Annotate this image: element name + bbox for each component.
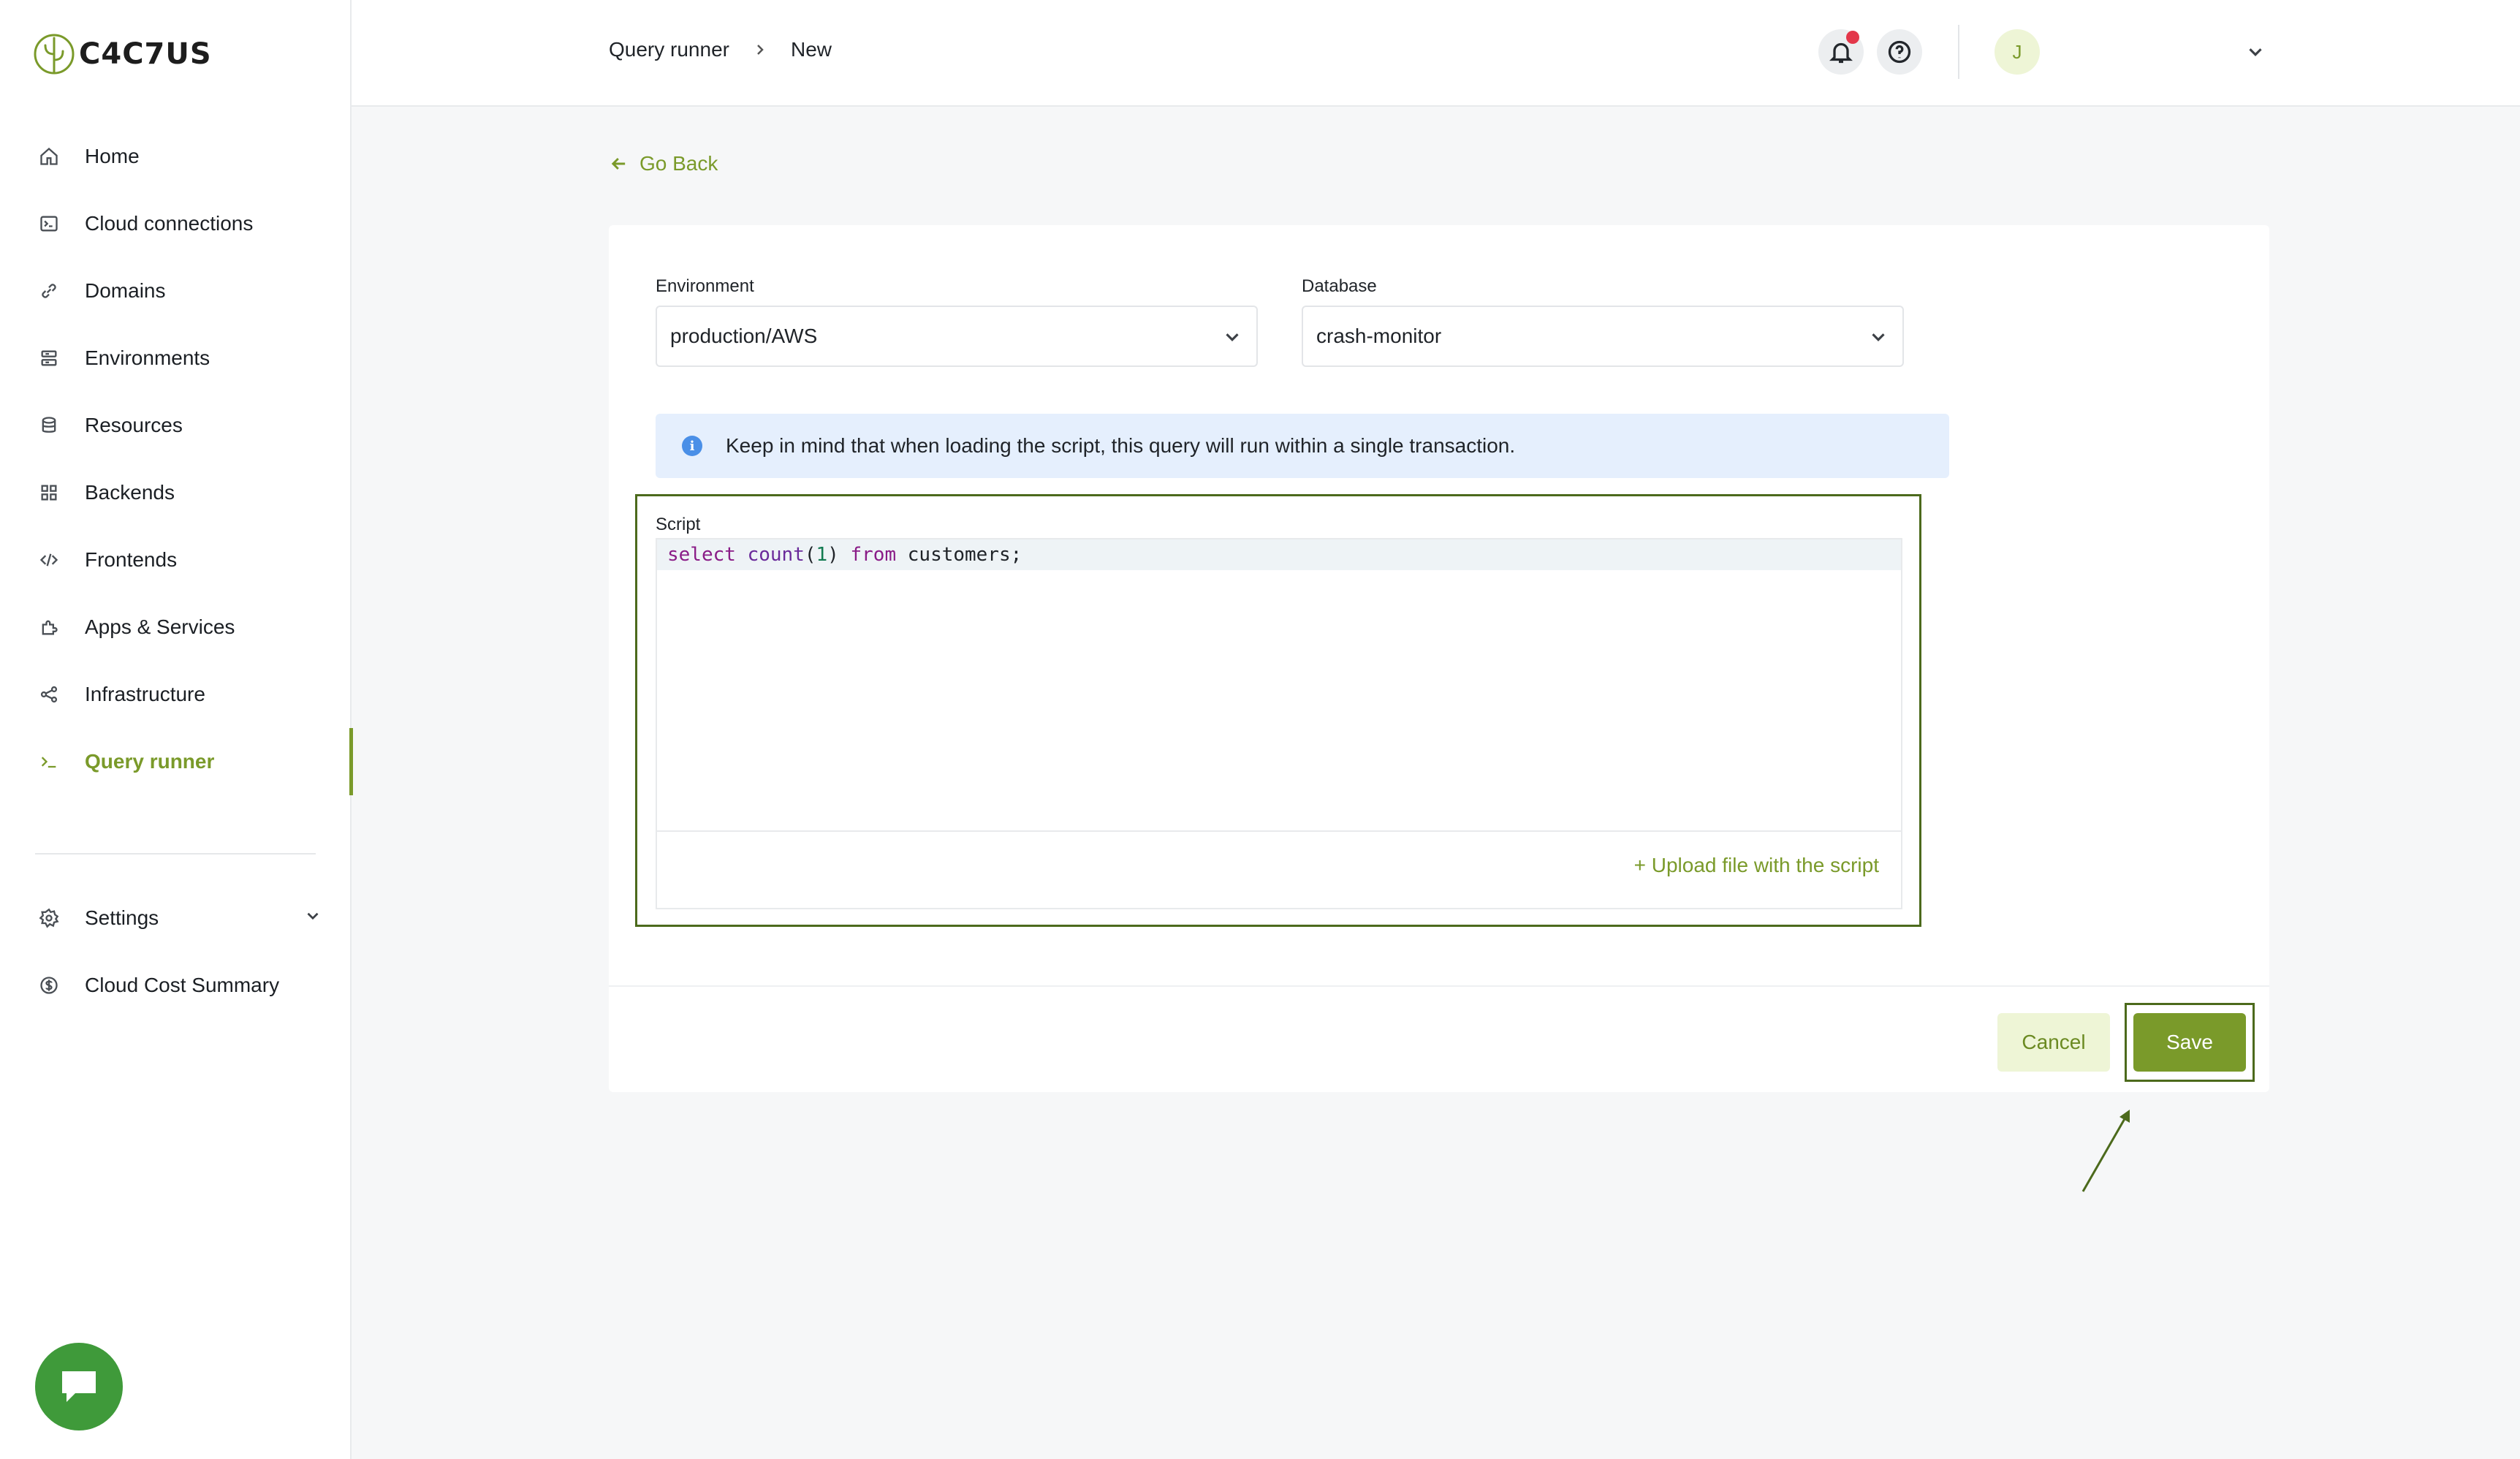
sidebar-item-label: Apps & Services: [85, 615, 235, 638]
sidebar-item-settings[interactable]: Settings: [0, 884, 352, 952]
puzzle-icon: [37, 615, 61, 640]
environment-select[interactable]: production/AWS: [656, 306, 1258, 367]
header-separator: [1958, 25, 1959, 79]
notifications-button[interactable]: [1818, 29, 1864, 75]
breadcrumb-item-current: New: [790, 38, 832, 61]
code-icon: [37, 547, 61, 572]
brand-logo[interactable]: C4C7US: [34, 32, 212, 76]
go-back-link[interactable]: Go Back: [609, 152, 718, 175]
avatar[interactable]: J: [1995, 29, 2040, 75]
info-icon: i: [682, 436, 702, 456]
sidebar-item-home[interactable]: Home: [0, 123, 352, 190]
go-back-label: Go Back: [640, 152, 718, 175]
main-nav: Home Cloud connections Domains Environme…: [0, 123, 353, 795]
database-label: Database: [1302, 276, 1377, 296]
logo-text: C4C7US: [79, 37, 212, 71]
question-circle-icon: [1888, 40, 1911, 64]
terminal-box-icon: [37, 211, 61, 236]
sidebar-item-resources[interactable]: Resources: [0, 392, 352, 459]
environments-icon: [37, 346, 61, 371]
sidebar-item-label: Settings: [85, 906, 159, 929]
transaction-info-alert: i Keep in mind that when loading the scr…: [656, 414, 1949, 478]
nav-divider: [35, 853, 316, 854]
top-header: Query runner New J: [352, 0, 2520, 107]
sidebar-item-cloud-cost-summary[interactable]: Cloud Cost Summary: [0, 952, 352, 1019]
environment-value: production/AWS: [670, 325, 818, 347]
chevron-down-icon: [1221, 326, 1243, 353]
home-icon: [37, 144, 61, 169]
sidebar-item-infrastructure[interactable]: Infrastructure: [0, 661, 352, 728]
sidebar-item-label: Backends: [85, 481, 175, 504]
notification-dot: [1846, 31, 1859, 44]
sidebar-item-label: Infrastructure: [85, 683, 205, 705]
sidebar-item-label: Cloud Cost Summary: [85, 974, 280, 996]
database-select[interactable]: crash-monitor: [1302, 306, 1904, 367]
chevron-down-icon[interactable]: [303, 906, 322, 931]
sidebar-item-label: Frontends: [85, 548, 178, 571]
sidebar-item-frontends[interactable]: Frontends: [0, 526, 352, 594]
sidebar-item-label: Query runner: [85, 750, 215, 773]
environment-label: Environment: [656, 276, 754, 296]
upload-script-link[interactable]: + Upload file with the script: [1634, 854, 1879, 877]
pointer-arrow-annotation: [2068, 1104, 2149, 1199]
script-editor[interactable]: select count(1) from customers; + Upload…: [656, 538, 1902, 909]
sidebar-item-label: Resources: [85, 414, 183, 436]
share-nodes-icon: [37, 682, 61, 707]
query-form-card: Environment production/AWS Database cras…: [609, 225, 2269, 1092]
dollar-circle-icon: [37, 973, 61, 998]
arrow-up-right-icon: [2081, 1110, 2130, 1192]
sidebar-item-environments[interactable]: Environments: [0, 325, 352, 392]
sidebar-item-domains[interactable]: Domains: [0, 257, 352, 325]
chat-support-button[interactable]: [35, 1343, 123, 1430]
chat-bubble-icon: [62, 1371, 96, 1402]
gear-icon: [37, 906, 61, 931]
breadcrumb-item-query-runner[interactable]: Query runner: [609, 38, 729, 61]
sidebar-item-label: Cloud connections: [85, 212, 254, 235]
sidebar-item-cloud-connections[interactable]: Cloud connections: [0, 190, 352, 257]
sidebar-item-backends[interactable]: Backends: [0, 459, 352, 526]
grid-icon: [37, 480, 61, 505]
prompt-icon: [37, 749, 61, 774]
script-code[interactable]: select count(1) from customers;: [667, 544, 1022, 566]
breadcrumb: Query runner New: [609, 38, 832, 61]
sidebar: C4C7US Home Cloud connections Domains En…: [0, 0, 353, 1459]
card-footer-divider: [609, 985, 2269, 987]
database-icon: [37, 413, 61, 438]
database-value: crash-monitor: [1316, 325, 1442, 347]
info-message: Keep in mind that when loading the scrip…: [726, 434, 1516, 457]
cactus-logo-icon: [34, 34, 75, 75]
user-menu-chevron-down-icon[interactable]: [2244, 41, 2266, 67]
link-icon: [37, 278, 61, 303]
sidebar-item-apps-services[interactable]: Apps & Services: [0, 594, 352, 661]
sidebar-item-label: Domains: [85, 279, 166, 302]
cancel-button[interactable]: Cancel: [1997, 1013, 2110, 1072]
help-button[interactable]: [1877, 29, 1922, 75]
sidebar-item-query-runner[interactable]: Query runner: [0, 728, 353, 795]
secondary-nav: Settings Cloud Cost Summary: [0, 884, 352, 1019]
chevron-right-icon: [757, 45, 764, 55]
script-label: Script: [656, 515, 701, 534]
editor-footer-divider: [657, 830, 1901, 832]
arrow-left-icon: [611, 157, 626, 170]
save-button[interactable]: Save: [2133, 1013, 2246, 1072]
sidebar-item-label: Environments: [85, 346, 210, 369]
sidebar-item-label: Home: [85, 145, 140, 167]
chevron-down-icon: [1867, 326, 1889, 353]
